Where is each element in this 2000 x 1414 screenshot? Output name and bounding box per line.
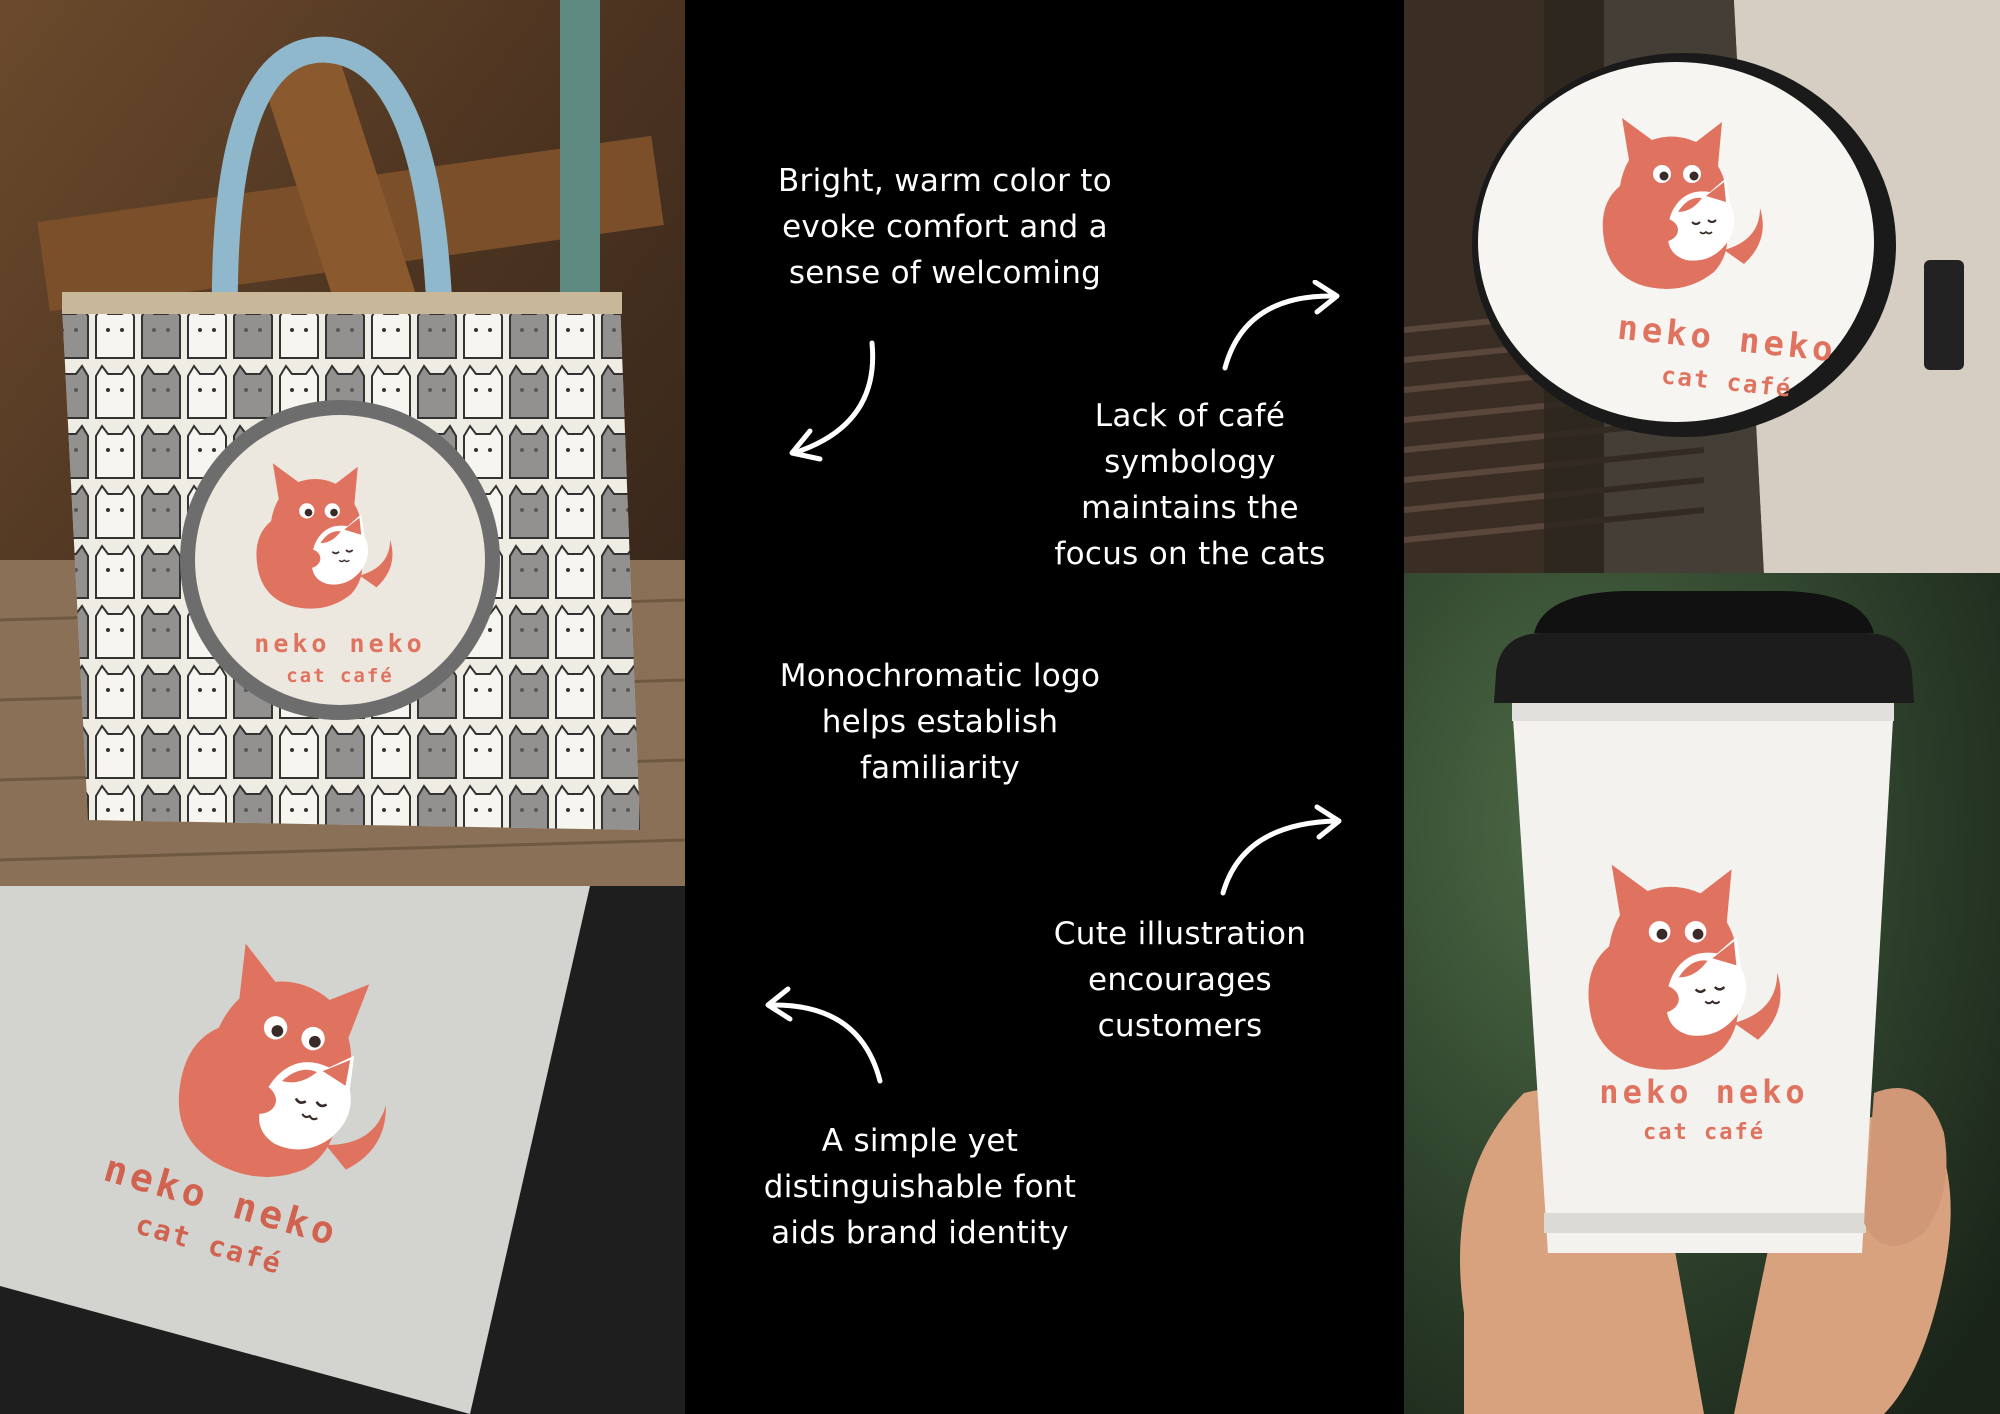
curved-arrow-icon: [789, 340, 876, 462]
note-line: sense of welcoming: [788, 255, 1102, 291]
note-line: aids brand identity: [771, 1215, 1069, 1251]
note-warm-color: Bright, warm color to evoke comfort and …: [745, 158, 1145, 296]
note-monochromatic-logo: Monochromatic logo helps establish famil…: [740, 653, 1140, 791]
note-line: Bright, warm color to: [777, 163, 1113, 199]
note-cute-illustration: Cute illustration encourages customers: [1000, 911, 1360, 1049]
curved-arrow-icon: [765, 986, 883, 1084]
note-line: maintains the: [1081, 490, 1299, 526]
note-line: Monochromatic logo: [779, 658, 1101, 694]
note-line: Lack of café: [1094, 398, 1286, 434]
note-simple-font: A simple yet distinguishable font aids b…: [720, 1118, 1120, 1256]
note-line: familiarity: [859, 750, 1021, 786]
note-line: encourages: [1087, 962, 1273, 998]
note-line: customers: [1097, 1008, 1263, 1044]
note-cafe-symbology: Lack of café symbology maintains the foc…: [1000, 393, 1380, 577]
note-line: distinguishable font: [763, 1169, 1077, 1205]
cup-brand-tagline: cat café: [1643, 1120, 1765, 1145]
tote-bag-photo: neko neko cat café: [0, 0, 685, 886]
note-line: helps establish: [821, 704, 1059, 740]
tote-brand-name: neko neko: [254, 629, 425, 658]
note-line: symbology: [1104, 444, 1276, 480]
note-line: A simple yet: [821, 1123, 1019, 1159]
curved-arrow-icon: [1220, 804, 1342, 896]
hanging-sign-photo: neko neko cat café: [1404, 0, 2000, 573]
note-line: focus on the cats: [1054, 536, 1326, 572]
cup-brand-name: neko neko: [1599, 1073, 1808, 1111]
tote-brand-tagline: cat café: [286, 665, 394, 687]
curved-arrow-icon: [1222, 280, 1340, 371]
note-line: Cute illustration: [1053, 916, 1307, 952]
paper-logo-photo: neko neko cat café: [0, 886, 685, 1414]
note-line: evoke comfort and a: [782, 209, 1108, 245]
coffee-cup-photo: neko neko cat café: [1404, 573, 2000, 1414]
